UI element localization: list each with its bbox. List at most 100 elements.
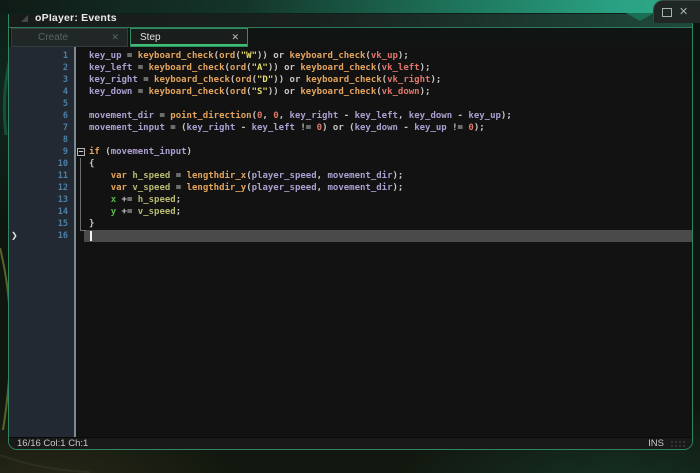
line-number[interactable]: 10 <box>9 158 74 170</box>
code-token: lengthdir_x <box>187 171 247 181</box>
code-line-4[interactable]: key_down = keyboard_check(ord("S")) or k… <box>76 86 692 98</box>
tab-step-close-icon[interactable]: ✕ <box>231 32 239 43</box>
maximize-icon[interactable] <box>662 8 672 17</box>
code-token: key_down <box>89 87 132 97</box>
code-token: keyboard_check <box>300 63 376 73</box>
code-token: key_right <box>89 75 138 85</box>
status-bar: 16/16 Col:1 Ch:1 INS <box>9 437 692 449</box>
line-number[interactable]: 3 <box>9 74 74 86</box>
line-number[interactable]: 6 <box>9 110 74 122</box>
code-line-13[interactable]: x += h_speed; <box>76 194 692 206</box>
code-token: )) <box>273 75 284 85</box>
code-token: h_speed <box>138 195 176 205</box>
code-token: movement_dir <box>89 111 154 121</box>
code-line-8[interactable] <box>76 134 692 146</box>
tab-step[interactable]: Step ✕ <box>130 28 248 47</box>
code-token: = <box>138 75 154 85</box>
code-token: != <box>447 123 469 133</box>
code-token: - <box>398 123 414 133</box>
code-lines: key_up = keyboard_check(ord("W")) or key… <box>76 47 692 242</box>
code-line-15[interactable]: } <box>76 218 692 230</box>
line-number[interactable]: 9 <box>9 146 74 158</box>
fold-guide-line <box>80 158 86 231</box>
code-token: vk_up <box>371 51 398 61</box>
code-token: key_left <box>252 123 295 133</box>
close-icon[interactable]: ✕ <box>679 7 688 18</box>
code-line-5[interactable] <box>76 98 692 110</box>
code-token: - <box>235 123 251 133</box>
code-token: movement_input <box>111 147 187 157</box>
code-token: key_up <box>89 51 122 61</box>
code-line-7[interactable]: movement_input = (key_right - key_left !… <box>76 122 692 134</box>
code-token: , <box>279 111 290 121</box>
code-token: ) <box>187 147 192 157</box>
code-line-11[interactable]: var h_speed = lengthdir_x(player_speed, … <box>76 170 692 182</box>
code-token: keyboard_check <box>290 51 366 61</box>
code-line-6[interactable]: movement_dir = point_direction(0, 0, key… <box>76 110 692 122</box>
tab-create-close-icon[interactable]: ✕ <box>111 32 119 43</box>
line-number[interactable]: 8 <box>9 134 74 146</box>
code-line-10[interactable]: { <box>76 158 692 170</box>
code-token: - <box>452 111 468 121</box>
code-line-12[interactable]: var v_speed = lengthdir_y(player_speed, … <box>76 182 692 194</box>
code-token: vk_down <box>382 87 420 97</box>
code-token: ord <box>235 75 251 85</box>
gutter[interactable]: 12345678910111213141516 ❯ <box>9 47 74 437</box>
code-token: "W" <box>241 51 257 61</box>
line-number[interactable]: 4 <box>9 86 74 98</box>
code-token: v_speed <box>138 207 176 217</box>
code-token: keyboard_check <box>154 75 230 85</box>
line-number[interactable]: 15 <box>9 218 74 230</box>
code-token <box>89 207 111 217</box>
line-number[interactable]: 13 <box>9 194 74 206</box>
gutter-numbers: 12345678910111213141516 <box>9 47 74 242</box>
code-line-1[interactable]: key_up = keyboard_check(ord("W")) or key… <box>76 50 692 62</box>
code-token: player_speed <box>252 171 317 181</box>
code-token: movement_dir <box>327 183 392 193</box>
code-line-9[interactable]: −if (movement_input) <box>76 146 692 158</box>
code-token: ; <box>176 195 181 205</box>
dock-notch-icon[interactable] <box>626 13 654 21</box>
code-token: )) <box>268 63 279 73</box>
fold-collapse-icon[interactable]: − <box>77 148 85 156</box>
collapse-triangle-icon[interactable] <box>21 15 28 22</box>
code-token: ); <box>393 183 404 193</box>
code-line-2[interactable]: key_left = keyboard_check(ord("A")) or k… <box>76 62 692 74</box>
code-token: ord <box>230 87 246 97</box>
tab-create[interactable]: Create ✕ <box>11 28 128 47</box>
code-token: var <box>111 171 127 181</box>
line-number[interactable]: 16 <box>9 230 74 242</box>
line-number[interactable]: 5 <box>9 98 74 110</box>
code-area[interactable]: key_up = keyboard_check(ord("W")) or key… <box>76 47 692 437</box>
code-line-14[interactable]: y += v_speed; <box>76 206 692 218</box>
code-token: = ( <box>165 123 187 133</box>
active-tab-underline <box>131 44 247 46</box>
window-controls: ✕ <box>653 0 700 23</box>
code-editor: 12345678910111213141516 ❯ key_up = keybo… <box>9 47 692 437</box>
code-token: ); <box>393 171 404 181</box>
resize-grip[interactable] <box>670 440 686 447</box>
code-token: ); <box>501 111 512 121</box>
line-number[interactable]: 7 <box>9 122 74 134</box>
code-token: } <box>89 219 94 229</box>
code-token: keyboard_check <box>138 51 214 61</box>
code-token: ); <box>420 87 431 97</box>
line-number[interactable]: 11 <box>9 170 74 182</box>
line-number[interactable]: 1 <box>9 50 74 62</box>
code-token: = <box>170 171 186 181</box>
code-token: = <box>154 111 170 121</box>
line-number[interactable]: 12 <box>9 182 74 194</box>
code-token: or <box>284 75 306 85</box>
code-token: , <box>398 111 409 121</box>
code-token: key_left <box>89 63 132 73</box>
line-number[interactable]: 2 <box>9 62 74 74</box>
code-token: ); <box>474 123 485 133</box>
code-line-16[interactable] <box>84 230 692 242</box>
code-token: ); <box>420 63 431 73</box>
code-token: ); <box>398 51 409 61</box>
code-line-3[interactable]: key_right = keyboard_check(ord("D")) or … <box>76 74 692 86</box>
code-token: player_speed <box>252 183 317 193</box>
line-number[interactable]: 14 <box>9 206 74 218</box>
code-token: point_direction <box>170 111 251 121</box>
code-token: vk_left <box>382 63 420 73</box>
